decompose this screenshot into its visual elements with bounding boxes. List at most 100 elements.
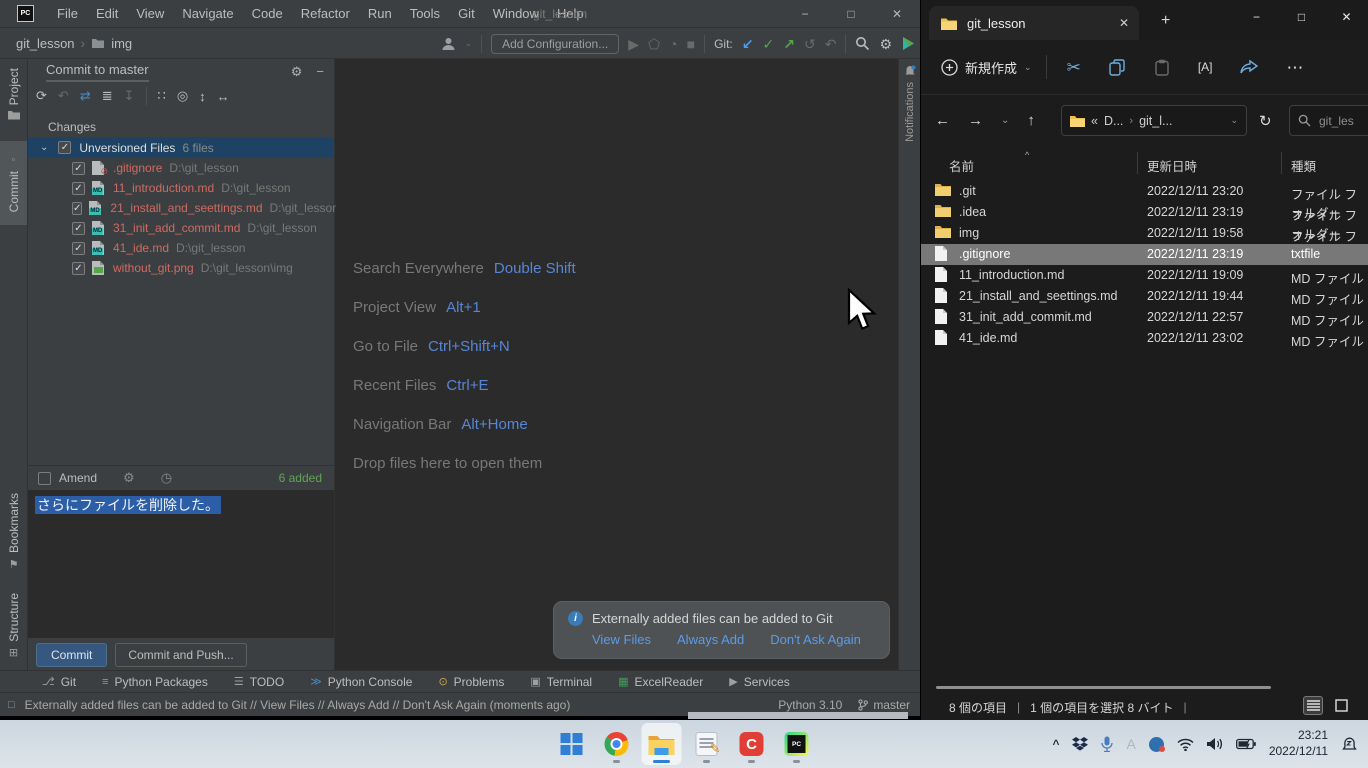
commit-panel-gear-icon[interactable]: ⚙ (291, 64, 303, 80)
taskbar-clock[interactable]: 23:21 2022/12/11 (1269, 728, 1328, 759)
commit-panel-hide-icon[interactable]: − (316, 64, 324, 80)
explorer-close-button[interactable]: ✕ (1324, 0, 1368, 34)
back-icon[interactable]: ← (935, 112, 950, 129)
git-commit-icon[interactable]: ✓ (763, 37, 775, 51)
details-view-button[interactable] (1303, 696, 1323, 715)
tool-window-button[interactable]: ⎇ Git (42, 675, 76, 689)
settings-gear-icon[interactable]: ⚙ (879, 37, 892, 51)
tool-window-button[interactable]: ⊙ Problems (438, 675, 504, 689)
new-tab-button[interactable]: + (1161, 12, 1170, 30)
file-row[interactable]: .git 2022/12/11 23:20 ファイル フォルダー (921, 181, 1368, 202)
tool-tab-structure[interactable]: Structure ⊞ (0, 583, 27, 669)
git-history-icon[interactable]: ↺ (804, 37, 816, 51)
file-checkbox[interactable]: ✓ (72, 242, 85, 255)
breadcrumb[interactable]: git_lesson › img (16, 35, 132, 51)
unversioned-file-row[interactable]: ✓ MD ⊘ without_git.png D:\git_lesson\img (28, 258, 334, 278)
file-row[interactable]: 11_introduction.md 2022/12/11 19:09 MD フ… (921, 265, 1368, 286)
unversioned-files-checkbox[interactable]: ✓ (58, 141, 71, 154)
pycharm-minimize-button[interactable]: − (782, 0, 828, 28)
explorer-tab[interactable]: git_lesson ✕ (929, 6, 1139, 40)
compare-icon[interactable]: ⇄ (80, 88, 91, 104)
coverage-icon[interactable]: ◔ (669, 37, 677, 51)
expand-all-icon[interactable]: ↕ (199, 89, 206, 104)
profiler-icon[interactable] (901, 36, 916, 51)
dropbox-icon[interactable] (1072, 737, 1088, 751)
menu-item[interactable]: Tools (401, 0, 449, 28)
file-checkbox[interactable]: ✓ (72, 162, 85, 175)
breadcrumb-root[interactable]: git_lesson (16, 36, 75, 51)
tab-close-icon[interactable]: ✕ (1119, 16, 1129, 30)
explorer-minimize-button[interactable]: − (1234, 0, 1279, 34)
explorer-maximize-button[interactable]: □ (1279, 0, 1324, 34)
view-files-link[interactable]: View Files (592, 632, 651, 647)
file-row[interactable]: 41_ide.md 2022/12/11 23:02 MD ファイル (921, 328, 1368, 349)
taskbar-pycharm[interactable]: PC (777, 723, 817, 765)
tool-window-button[interactable]: ▣ Terminal (530, 675, 592, 689)
unversioned-file-row[interactable]: ✓ MD ⊘ 41_ide.md D:\git_lesson (28, 238, 334, 258)
pycharm-maximize-button[interactable]: □ (828, 0, 874, 28)
tool-window-button[interactable]: ☰ TODO (234, 675, 284, 689)
unversioned-file-row[interactable]: ✓ MD ⊘ 21_install_and_seettings.md D:\gi… (28, 198, 334, 218)
dont-ask-again-link[interactable]: Don't Ask Again (770, 632, 861, 647)
python-interpreter[interactable]: Python 3.10 (778, 698, 842, 712)
address-folder[interactable]: git_l... (1139, 114, 1172, 128)
file-row[interactable]: .idea 2022/12/11 23:19 ファイル フォルダー (921, 202, 1368, 223)
tool-window-button[interactable]: ≡ Python Packages (102, 675, 208, 689)
address-drive[interactable]: D... (1104, 114, 1123, 128)
group-by-icon[interactable]: ∷ (158, 88, 166, 104)
git-branch-widget[interactable]: master (858, 698, 910, 712)
taskbar-notepad[interactable] (687, 723, 727, 765)
hidden-icons-chevron[interactable]: ^ (1052, 737, 1059, 751)
copy-icon[interactable] (1109, 59, 1126, 76)
menu-item[interactable]: Edit (87, 0, 127, 28)
start-button[interactable] (552, 723, 592, 765)
new-item-button[interactable]: 新規作成 ⌄ (941, 58, 1032, 77)
refresh-icon[interactable]: ↻ (1259, 112, 1272, 130)
large-icons-view-button[interactable] (1331, 696, 1351, 715)
collapse-all-icon[interactable]: ↔ (217, 89, 230, 104)
paste-icon[interactable] (1154, 59, 1170, 76)
menu-item[interactable]: Navigate (173, 0, 242, 28)
column-divider[interactable] (1137, 152, 1138, 174)
status-message[interactable]: Externally added files can be added to G… (25, 698, 571, 712)
unversioned-file-row[interactable]: ✓ MD ⊘ 31_init_add_commit.md D:\git_less… (28, 218, 334, 238)
changelist-icon[interactable]: ≣ (102, 88, 113, 104)
recent-locations-icon[interactable]: ⌄ (1001, 115, 1009, 126)
menu-item[interactable]: File (48, 0, 87, 28)
debug-icon[interactable]: ⬠ (648, 37, 660, 51)
more-options-icon[interactable]: ⋯ (1286, 59, 1303, 76)
address-bar[interactable]: « D... › git_l... ⌄ (1061, 105, 1247, 136)
file-checkbox[interactable]: ✓ (72, 182, 85, 195)
menu-item[interactable]: Refactor (292, 0, 359, 28)
file-row[interactable]: .gitignore 2022/12/11 23:19 txtfile (921, 244, 1368, 265)
changes-root-row[interactable]: Changes (28, 117, 334, 137)
notification-bell-icon[interactable] (1341, 736, 1358, 753)
column-header-name[interactable]: 名前 (949, 156, 974, 175)
microphone-icon[interactable] (1101, 736, 1113, 752)
tool-tab-bookmarks[interactable]: Bookmarks ⚑ (0, 487, 27, 577)
commit-options-gear-icon[interactable]: ⚙ (123, 470, 135, 486)
commit-button[interactable]: Commit (36, 643, 107, 667)
battery-icon[interactable] (1236, 738, 1256, 750)
cut-icon[interactable]: ✂ (1067, 59, 1081, 76)
git-rollback-icon[interactable]: ↶ (825, 37, 837, 51)
unversioned-file-row[interactable]: ✓ MD ⊘ 11_introduction.md D:\git_lesson (28, 178, 334, 198)
up-icon[interactable]: ↑ (1027, 112, 1035, 129)
search-box[interactable]: git_les (1289, 105, 1368, 136)
refresh-icon[interactable]: ⟳ (36, 88, 47, 104)
file-row[interactable]: img 2022/12/11 19:58 ファイル フォルダー (921, 223, 1368, 244)
menu-item[interactable]: Code (243, 0, 292, 28)
editor-area[interactable]: Search Everywhere Double Shift Project V… (336, 59, 898, 670)
horizontal-scrollbar[interactable] (936, 686, 1271, 689)
commit-and-push-button[interactable]: Commit and Push... (115, 643, 246, 667)
always-add-link[interactable]: Always Add (677, 632, 744, 647)
rename-icon[interactable]: [A] (1198, 61, 1213, 73)
column-divider[interactable] (1281, 152, 1282, 174)
column-header-type[interactable]: 種類 (1291, 156, 1316, 175)
app-tray-icon[interactable] (1149, 737, 1164, 752)
shelve-icon[interactable]: ↧ (124, 88, 135, 104)
menu-item[interactable]: Run (359, 0, 401, 28)
add-configuration-button[interactable]: Add Configuration... (491, 34, 619, 54)
tool-tab-notifications[interactable]: Notifications (899, 65, 920, 142)
search-icon[interactable] (855, 36, 870, 51)
